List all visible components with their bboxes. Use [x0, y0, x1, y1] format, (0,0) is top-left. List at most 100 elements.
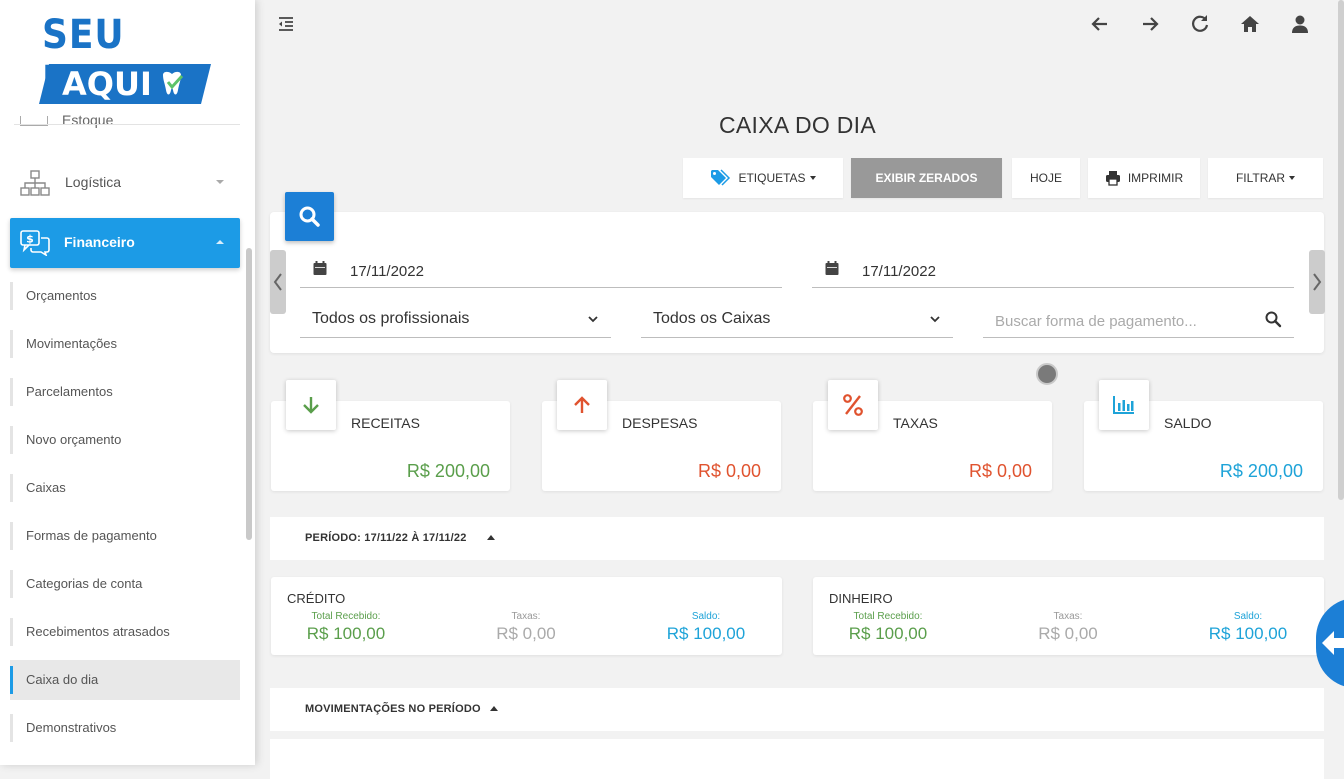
etiquetas-label: ETIQUETAS: [738, 171, 806, 185]
saldo: Saldo: R$ 100,00: [1188, 611, 1308, 644]
prev-day-button[interactable]: [270, 250, 286, 314]
search-button[interactable]: [285, 192, 334, 241]
filtrar-label: FILTRAR: [1235, 171, 1286, 185]
search-icon: [1265, 311, 1282, 328]
percent-icon: [828, 380, 878, 430]
total-value: R$ 100,00: [848, 624, 928, 643]
tag-icon: [711, 169, 731, 186]
caixas-value: Todos os Caixas: [653, 310, 771, 327]
divider: [14, 124, 240, 125]
sidebar-sub-label: Orçamentos: [26, 288, 97, 303]
caret-down-icon: [216, 180, 224, 184]
arrow-down-icon: [286, 380, 336, 430]
exibir-zerados-button[interactable]: EXIBIR ZERADOS: [851, 158, 1002, 198]
sidebar-sub-movimentacoes[interactable]: Movimentações: [10, 324, 240, 364]
sidebar-item-financeiro[interactable]: $ Financeiro: [10, 218, 240, 268]
total-value: R$ 100,00: [306, 624, 386, 643]
forward-arrow-icon[interactable]: [1138, 12, 1162, 36]
date-start-field[interactable]: 17/11/2022: [300, 258, 782, 288]
back-arrow-icon[interactable]: [1088, 12, 1112, 36]
date-end-field[interactable]: 17/11/2022: [812, 258, 1294, 288]
profissionais-select[interactable]: Todos os profissionais: [300, 304, 611, 338]
total-label: Total Recebido:: [853, 611, 923, 622]
sidebar-sub-orcamentos[interactable]: Orçamentos: [10, 276, 240, 316]
date-start-value: 17/11/2022: [350, 263, 424, 280]
main-scrollbar[interactable]: [1338, 0, 1344, 500]
arrow-up-icon: [557, 380, 607, 430]
hoje-button[interactable]: HOJE: [1012, 158, 1080, 198]
bar-chart-icon: [1099, 380, 1149, 430]
calendar-icon: [825, 261, 839, 275]
sidebar-sub-parcelamentos[interactable]: Parcelamentos: [10, 372, 240, 412]
period-label: PERÍODO: 17/11/22 À 17/11/22: [305, 532, 467, 544]
payment-name: DINHEIRO: [829, 591, 893, 606]
sidebar-sub-caixa-do-dia[interactable]: Caixa do dia: [10, 660, 240, 700]
search-icon: [299, 206, 320, 227]
taxas-label: Taxas:: [1053, 611, 1083, 622]
printer-icon: [1105, 171, 1120, 186]
sitemap-icon: [20, 170, 50, 196]
stat-value: R$ 200,00: [1219, 461, 1303, 481]
sidebar-sub-formas-pagamento[interactable]: Formas de pagamento: [10, 516, 240, 556]
movimentacoes-table: [270, 739, 1324, 779]
taxas-label: Taxas:: [511, 611, 541, 622]
caret-up-icon: [216, 240, 224, 244]
sidebar-sub-label: Movimentações: [26, 336, 118, 351]
sidebar-sub-label: Formas de pagamento: [26, 528, 157, 543]
stat-label: RECEITAS: [351, 415, 420, 431]
filtrar-button[interactable]: FILTRAR: [1208, 158, 1323, 198]
imprimir-label: IMPRIMIR: [1127, 171, 1184, 185]
chevron-right-icon: [1313, 273, 1322, 291]
sidebar-item-estoque[interactable]: Estoque: [20, 112, 113, 128]
imprimir-button[interactable]: IMPRIMIR: [1088, 158, 1200, 198]
profissionais-value: Todos os profissionais: [312, 310, 470, 327]
taxas: Taxas: R$ 0,00: [1008, 611, 1128, 644]
page-title: CAIXA DO DIA: [719, 112, 876, 138]
sidebar-sub-categorias-conta[interactable]: Categorias de conta: [10, 564, 240, 604]
sidebar-item-logistica[interactable]: Logística: [0, 160, 240, 204]
sidebar-sub-caixas[interactable]: Caixas: [10, 468, 240, 508]
sidebar-sub-label: Parcelamentos: [26, 384, 113, 399]
total-recebido: Total Recebido: R$ 100,00: [828, 611, 948, 644]
saldo-value: R$ 100,00: [1208, 624, 1288, 643]
saldo: Saldo: R$ 100,00: [646, 611, 766, 644]
total-recebido: Total Recebido: R$ 100,00: [286, 611, 406, 644]
tooth-icon: [163, 71, 184, 95]
next-day-button[interactable]: [1309, 250, 1325, 314]
saldo-value: R$ 100,00: [666, 624, 746, 643]
chevron-down-icon: [588, 316, 598, 323]
stat-label: TAXAS: [893, 415, 938, 431]
calendar-icon: [313, 261, 327, 275]
sidebar: SEU LOGO AQUI Estoque Logística $ Financ…: [0, 0, 255, 765]
taxas-value: R$ 0,00: [496, 624, 556, 643]
payment-card-credito: CRÉDITO Total Recebido: R$ 100,00 Taxas:…: [271, 577, 782, 655]
floating-back-button[interactable]: [1316, 598, 1344, 688]
sidebar-sub-demonstrativos[interactable]: Demonstrativos: [10, 708, 240, 748]
user-icon[interactable]: [1288, 12, 1312, 36]
search-placeholder: Buscar forma de pagamento...: [995, 313, 1197, 330]
caixas-select[interactable]: Todos os Caixas: [641, 304, 953, 338]
sidebar-sub-label: Novo orçamento: [26, 432, 122, 447]
period-header[interactable]: PERÍODO: 17/11/22 À 17/11/22: [270, 517, 1324, 560]
sidebar-sub-novo-orcamento[interactable]: Novo orçamento: [10, 420, 240, 460]
sidebar-scrollbar[interactable]: [246, 248, 252, 540]
menu-collapse-icon[interactable]: [274, 12, 298, 36]
movimentacoes-header[interactable]: MOVIMENTAÇÕES NO PERÍODO: [270, 688, 1324, 731]
sidebar-sub-recebimentos-atrasados[interactable]: Recebimentos atrasados: [10, 612, 240, 652]
total-label: Total Recebido:: [311, 611, 381, 622]
exibir-zerados-label: EXIBIR ZERADOS: [875, 171, 978, 185]
chevron-left-icon: [273, 273, 282, 291]
sidebar-sub-label: Categorias de conta: [26, 576, 143, 591]
stat-label: DESPESAS: [622, 415, 698, 431]
sidebar-sub-label: Caixas: [26, 480, 66, 495]
home-icon[interactable]: [1238, 12, 1262, 36]
etiquetas-button[interactable]: ETIQUETAS: [683, 158, 843, 198]
reload-icon[interactable]: [1188, 12, 1212, 36]
payment-name: CRÉDITO: [287, 591, 346, 606]
loading-indicator: [1036, 363, 1058, 385]
logo[interactable]: SEU LOGO AQUI: [36, 12, 216, 108]
payment-search-input[interactable]: Buscar forma de pagamento...: [983, 304, 1294, 338]
sidebar-sub-label: Demonstrativos: [26, 720, 117, 735]
sidebar-item-label: Logística: [65, 174, 122, 190]
movimentacoes-label: MOVIMENTAÇÕES NO PERÍODO: [305, 703, 481, 715]
